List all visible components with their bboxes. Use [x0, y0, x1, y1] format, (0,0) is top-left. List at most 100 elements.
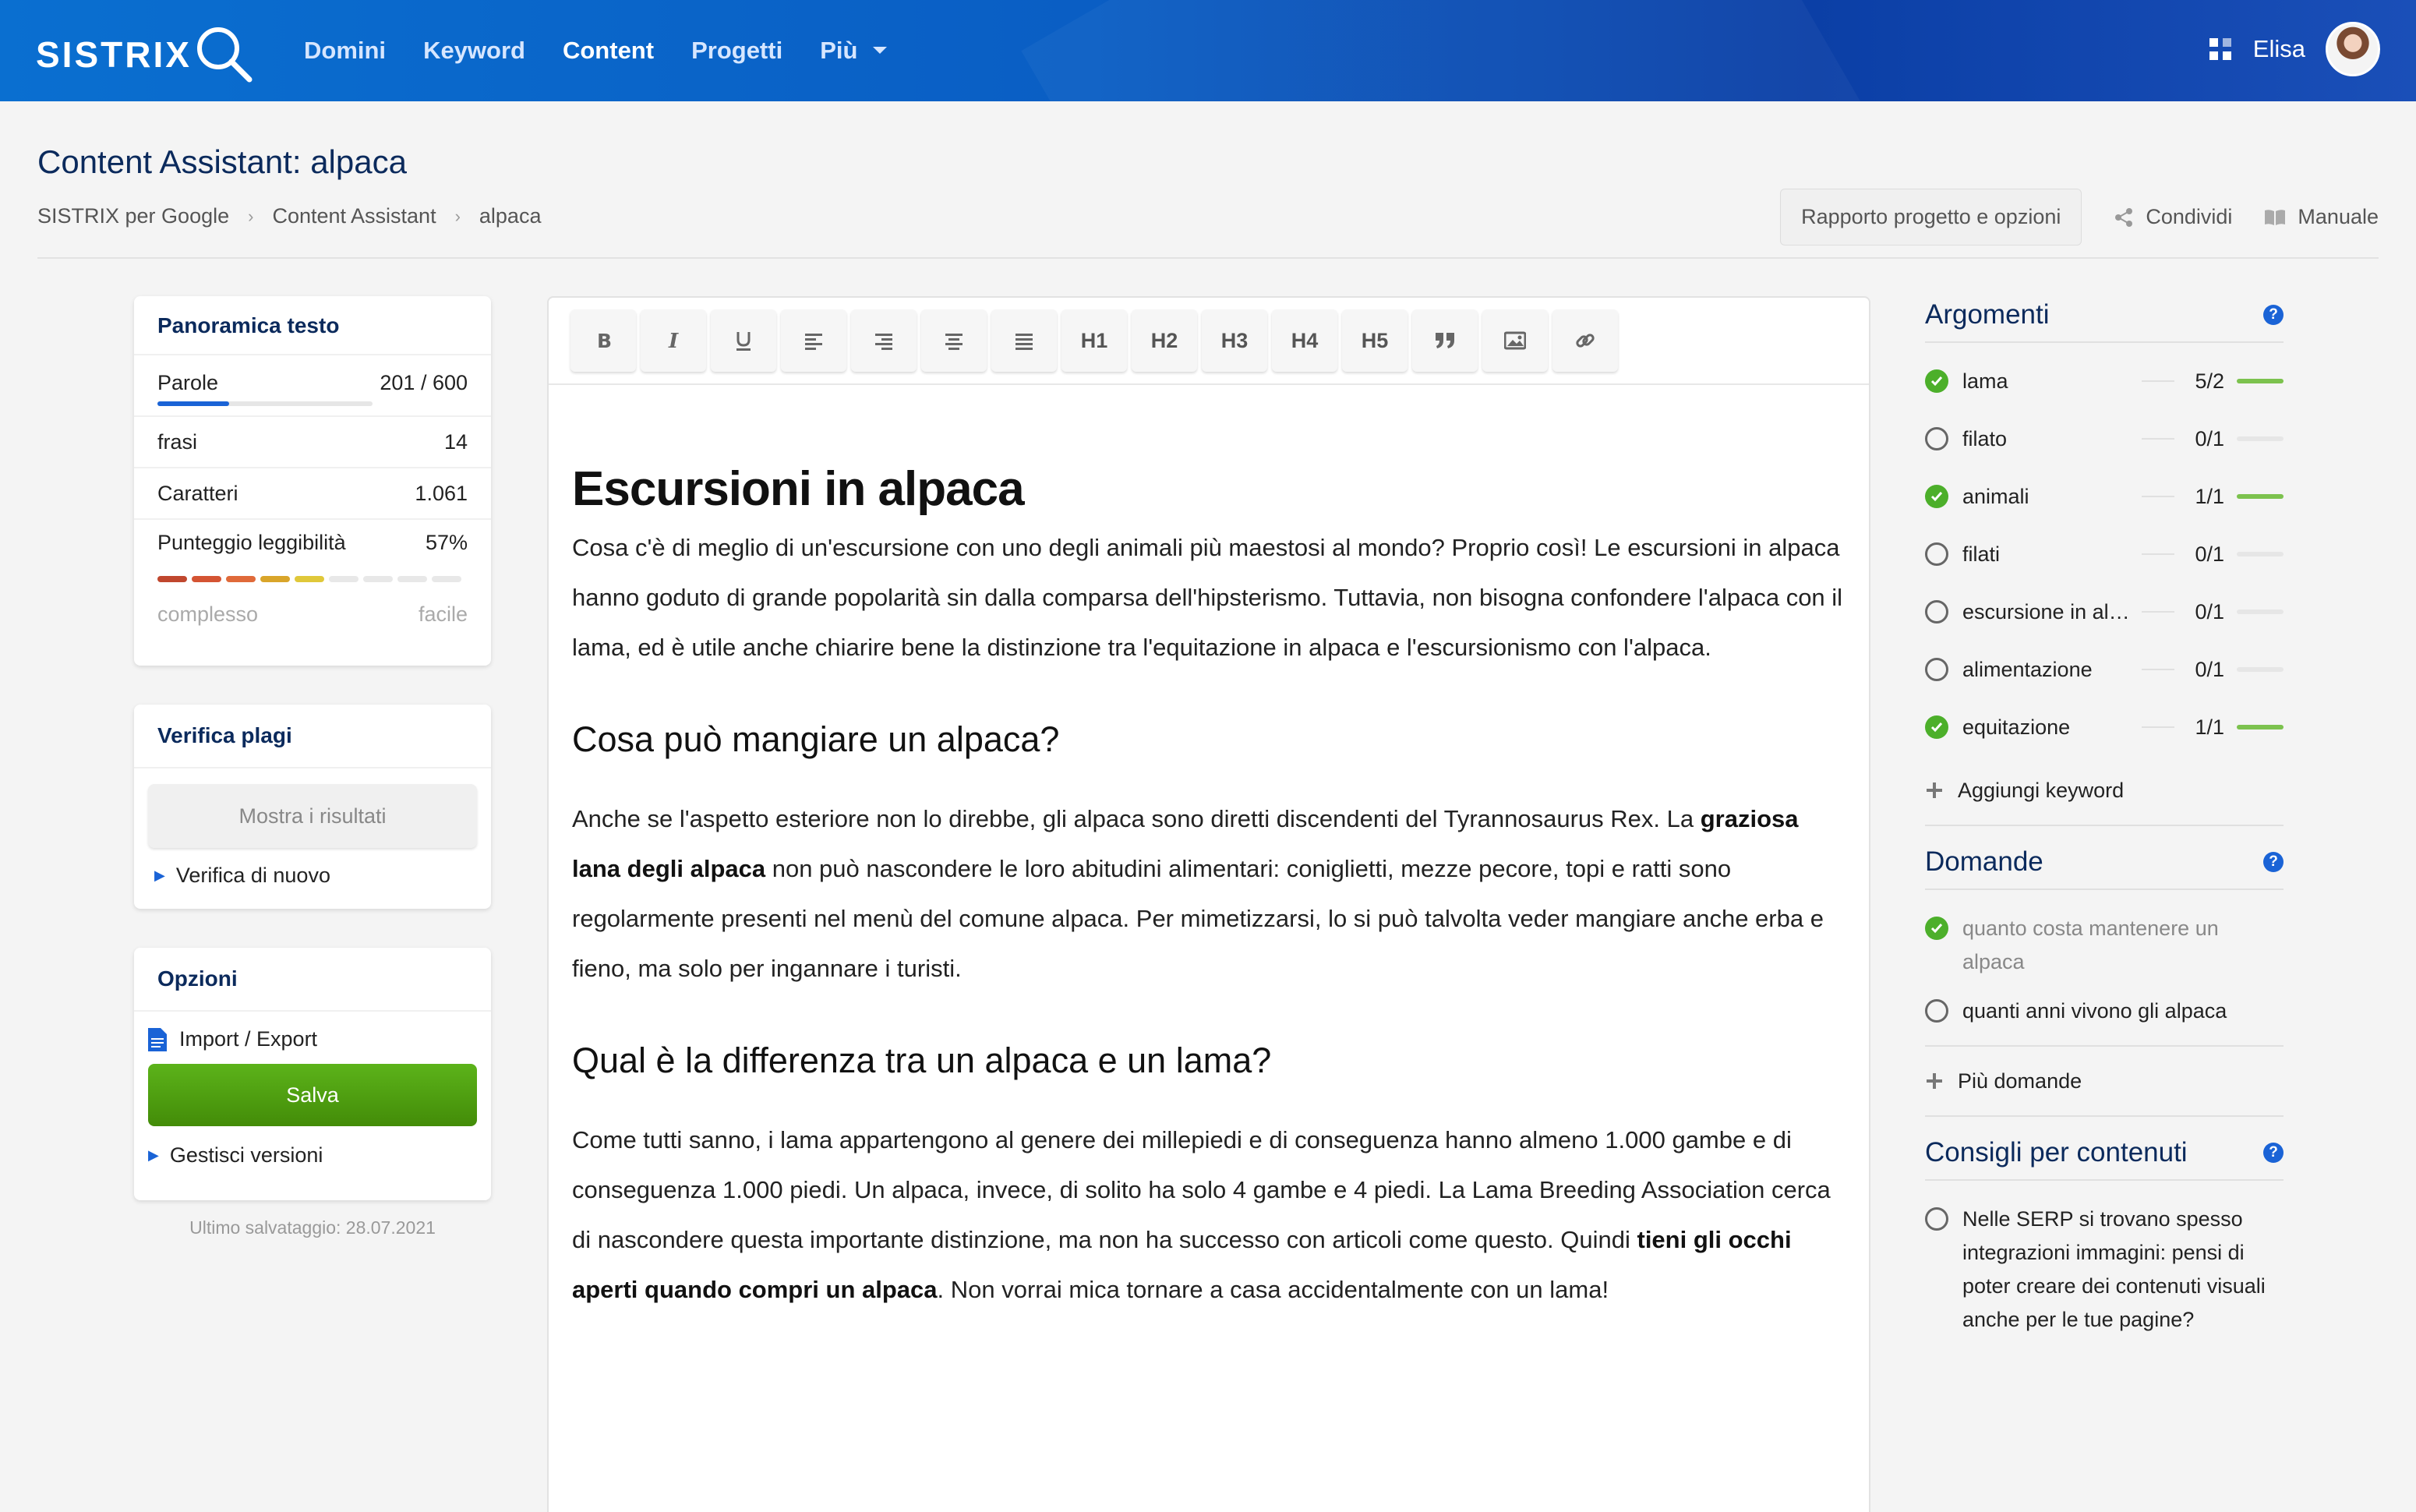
sentences-row: frasi 14: [134, 417, 491, 468]
words-value: 201 / 600: [380, 371, 468, 394]
nav-more-label: Più: [820, 37, 858, 64]
bold-button[interactable]: B: [570, 309, 636, 372]
empty-circle-icon: [1925, 999, 1948, 1023]
sistrix-logo[interactable]: SISTRIX: [36, 23, 256, 86]
readability-segment: [157, 576, 187, 582]
article-heading-3: Qual è la differenza tra un alpaca e un …: [572, 1040, 1272, 1080]
share-button[interactable]: Condividi: [2113, 205, 2232, 229]
user-area: Elisa: [2208, 22, 2380, 76]
readability-segment: [295, 576, 324, 582]
nav-domini[interactable]: Domini: [304, 37, 386, 65]
readability-segment: [363, 576, 393, 582]
topic-leader-line: [2142, 380, 2174, 382]
article-heading-1: Escursioni in alpaca: [572, 462, 1025, 516]
breadcrumb-item-content-assistant[interactable]: Content Assistant: [272, 204, 436, 228]
heading-1-button[interactable]: H1: [1061, 309, 1127, 372]
readability-segment: [226, 576, 256, 582]
plagiarism-title: Verifica plagi: [134, 705, 491, 768]
questions-title: Domande: [1925, 846, 2043, 877]
align-right-button[interactable]: [851, 309, 917, 372]
text-overview-card: Panoramica testo Parole 201 / 600 frasi …: [134, 296, 491, 666]
empty-circle-icon: [1925, 658, 1948, 681]
manage-versions-link[interactable]: ▶ Gestisci versioni: [134, 1126, 491, 1168]
scale-low-label: complesso: [157, 602, 259, 626]
nav-keyword[interactable]: Keyword: [423, 37, 525, 65]
tip-item[interactable]: Nelle SERP si trovano spesso integrazion…: [1925, 1198, 2284, 1341]
check-circle-icon: [1925, 715, 1948, 739]
manual-button[interactable]: Manuale: [2263, 205, 2379, 229]
link-icon: [1576, 334, 1595, 348]
questions-list: quanto costa mantenere un alpaca quanti a…: [1925, 890, 2284, 1047]
underline-button[interactable]: [711, 309, 776, 372]
topic-item[interactable]: alimentazione 0/1: [1925, 641, 2284, 698]
nav-more[interactable]: Più: [820, 37, 888, 65]
readability-segment: [260, 576, 290, 582]
quote-icon: [1436, 333, 1454, 348]
justify-button[interactable]: [991, 309, 1057, 372]
heading-4-button[interactable]: H4: [1272, 309, 1337, 372]
scale-high-label: facile: [418, 602, 468, 626]
report-options-button[interactable]: Rapporto progetto e opzioni: [1780, 189, 2082, 246]
heading-2-button[interactable]: H2: [1132, 309, 1197, 372]
heading-3-button[interactable]: H3: [1202, 309, 1267, 372]
question-item[interactable]: quanto costa mantenere un alpaca: [1925, 907, 2284, 984]
avatar[interactable]: [2326, 22, 2380, 76]
topic-item[interactable]: equitazione 1/1: [1925, 698, 2284, 756]
align-right-icon: [875, 334, 892, 350]
article-paragraph-1: Cosa c'è di meglio di un'escursione con …: [572, 534, 1843, 661]
topic-progress-bar: [2237, 379, 2284, 383]
topic-leader-line: [2142, 496, 2174, 497]
topic-item[interactable]: filato 0/1: [1925, 410, 2284, 468]
user-name[interactable]: Elisa: [2253, 35, 2305, 63]
help-icon[interactable]: ?: [2263, 1143, 2284, 1163]
plus-icon: [1927, 1073, 1942, 1089]
readability-row: Punteggio leggibilità 57%: [134, 520, 491, 565]
topic-leader-line: [2142, 553, 2174, 555]
words-row: Parole 201 / 600: [134, 355, 491, 417]
more-questions-label: Più domande: [1958, 1069, 2082, 1093]
recheck-link[interactable]: ▶ Verifica di nuovo: [134, 848, 491, 888]
save-button[interactable]: Salva: [148, 1064, 477, 1126]
topic-progress-bar: [2237, 725, 2284, 730]
help-icon[interactable]: ?: [2263, 305, 2284, 325]
editor-content[interactable]: Escursioni in alpaca Cosa c'è di meglio …: [572, 461, 1850, 1315]
blockquote-button[interactable]: [1412, 309, 1478, 372]
nav-progetti[interactable]: Progetti: [691, 37, 782, 65]
topic-item[interactable]: lama 5/2: [1925, 352, 2284, 410]
plagiarism-card: Verifica plagi Mostra i risultati ▶ Veri…: [134, 705, 491, 909]
align-left-button[interactable]: [781, 309, 846, 372]
nav-content[interactable]: Content: [563, 37, 654, 65]
question-text: quanti anni vivono gli alpaca: [1962, 999, 2227, 1023]
top-navigation-bar: SISTRIX Domini Keyword Content Progetti …: [0, 0, 2416, 101]
apps-grid-icon[interactable]: [2208, 37, 2233, 62]
sentences-value: 14: [443, 429, 468, 454]
help-icon[interactable]: ?: [2263, 852, 2284, 872]
topic-item[interactable]: animali 1/1: [1925, 468, 2284, 525]
align-center-button[interactable]: [921, 309, 987, 372]
import-export-link[interactable]: Import / Export: [134, 1012, 491, 1051]
characters-value: 1.061: [415, 481, 468, 505]
image-icon: [1504, 331, 1526, 350]
questions-header: Domande ?: [1925, 843, 2284, 890]
readability-scale-labels: complesso facile: [134, 582, 491, 627]
options-title: Opzioni: [134, 948, 491, 1012]
heading-5-button[interactable]: H5: [1342, 309, 1408, 372]
add-keyword-button[interactable]: Aggiungi keyword: [1925, 756, 2284, 826]
text-overview-title: Panoramica testo: [134, 296, 491, 355]
align-center-icon: [945, 334, 963, 350]
topics-header: Argomenti ?: [1925, 296, 2284, 343]
show-results-button[interactable]: Mostra i risultati: [148, 784, 477, 848]
more-questions-button[interactable]: Più domande: [1925, 1047, 2284, 1117]
topic-item[interactable]: escursione in alp... 0/1: [1925, 583, 2284, 641]
align-justify-icon: [1015, 334, 1033, 350]
topic-count: 0/1: [2195, 599, 2224, 624]
insert-link-button[interactable]: [1552, 309, 1618, 372]
insert-image-button[interactable]: [1482, 309, 1548, 372]
italic-button[interactable]: I: [641, 309, 706, 372]
question-item[interactable]: quanti anni vivono gli alpaca: [1925, 990, 2284, 1033]
content-editor: B I H1 H2 H3 H4 H5 Escursioni in alpaca …: [547, 296, 1870, 1512]
topics-list: lama 5/2 filato 0/1 animali 1/1 filati 0/1 escur…: [1925, 343, 2284, 756]
breadcrumb-item-sistrix[interactable]: SISTRIX per Google: [37, 204, 229, 228]
topic-item[interactable]: filati 0/1: [1925, 525, 2284, 583]
characters-label: Caratteri: [157, 481, 238, 505]
